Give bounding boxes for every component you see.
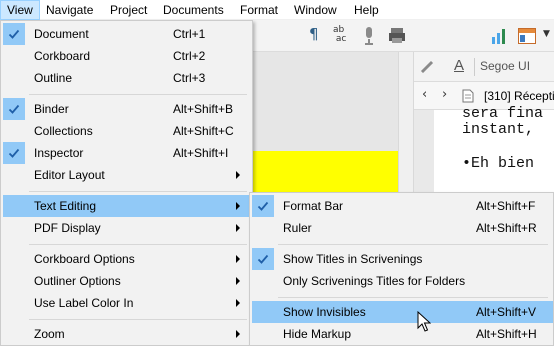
menu-item-label: Only Scrivenings Titles for Folders <box>283 274 466 288</box>
menu-item-outliner-options[interactable]: Outliner Options <box>3 270 252 292</box>
menu-item-hide-markup[interactable]: Hide Markup Alt+Shift+H <box>252 323 553 345</box>
menu-view[interactable]: View <box>0 0 40 20</box>
menu-help[interactable]: Help <box>347 0 386 20</box>
menu-item-corkboard[interactable]: Corkboard Ctrl+2 <box>3 45 252 67</box>
menu-item-text-editing[interactable]: Text Editing <box>3 195 252 217</box>
spelling-icon[interactable]: ab ac <box>333 26 346 44</box>
microphone-icon[interactable] <box>363 26 375 46</box>
menu-item-shortcut: Alt+Shift+H <box>476 327 537 341</box>
checkmark-icon <box>8 148 20 158</box>
menu-item-shortcut: Alt+Shift+I <box>173 146 229 160</box>
menu-separator <box>29 191 247 192</box>
menu-item-show-titles-in-scrivenings[interactable]: Show Titles in Scrivenings <box>252 248 553 270</box>
menu-item-label: Document <box>34 27 89 41</box>
menu-separator <box>278 297 548 298</box>
menu-item-label: Inspector <box>34 146 84 160</box>
menu-item-shortcut: Alt+Shift+R <box>476 221 537 235</box>
menu-item-shortcut: Alt+Shift+C <box>173 124 234 138</box>
editor-line: instant, <box>462 121 535 138</box>
editor-line: •Eh bien <box>462 155 535 172</box>
menu-item-format-bar[interactable]: Format Bar Alt+Shift+F <box>252 195 553 217</box>
menu-item-label: Show Invisibles <box>283 305 366 319</box>
menu-item-label: PDF Display <box>34 221 101 235</box>
menu-project[interactable]: Project <box>103 0 154 20</box>
text-editing-submenu: Format Bar Alt+Shift+F Ruler Alt+Shift+R… <box>249 192 554 346</box>
menu-item-label: Hide Markup <box>283 327 352 341</box>
menu-documents[interactable]: Documents <box>156 0 231 20</box>
menu-item-ruler[interactable]: Ruler Alt+Shift+R <box>252 217 553 239</box>
menu-item-label: Outliner Options <box>34 274 121 288</box>
divider <box>474 58 475 76</box>
menu-item-label: Zoom <box>34 327 65 341</box>
menu-separator <box>29 244 247 245</box>
chevron-down-icon[interactable]: ▼ <box>543 29 550 39</box>
menu-bar: View Navigate Project Documents Format W… <box>0 0 554 20</box>
menu-item-shortcut: Ctrl+1 <box>173 27 206 41</box>
submenu-arrow-icon <box>236 202 240 210</box>
menu-item-use-label-color-in[interactable]: Use Label Color In <box>3 292 252 314</box>
menu-item-editor-layout[interactable]: Editor Layout <box>3 164 252 186</box>
text-color-icon[interactable]: A <box>454 57 464 74</box>
menu-window[interactable]: Window <box>287 0 344 20</box>
menu-item-document[interactable]: Document Ctrl+1 <box>3 23 252 45</box>
document-title[interactable]: [310] Réceptio <box>484 89 554 103</box>
menu-item-only-scrivenings-titles-for-folders[interactable]: Only Scrivenings Titles for Folders <box>252 270 553 292</box>
submenu-arrow-icon <box>236 299 240 307</box>
menu-item-label: Show Titles in Scrivenings <box>283 252 423 266</box>
menu-item-shortcut: Alt+Shift+V <box>476 305 537 319</box>
back-arrow-icon[interactable]: ‹ <box>422 87 427 102</box>
checkmark-icon <box>257 201 269 211</box>
submenu-arrow-icon <box>236 330 240 338</box>
menu-item-binder[interactable]: Binder Alt+Shift+B <box>3 98 252 120</box>
print-icon[interactable] <box>388 27 406 44</box>
menu-item-label: Binder <box>34 102 69 116</box>
forward-arrow-icon[interactable]: › <box>442 87 447 102</box>
checkmark-icon <box>8 104 20 114</box>
menu-item-outline[interactable]: Outline Ctrl+3 <box>3 67 252 89</box>
highlighter-icon[interactable] <box>420 59 434 73</box>
menu-item-shortcut: Alt+Shift+F <box>476 199 536 213</box>
menu-item-label: Ruler <box>283 221 312 235</box>
highlighted-text-block <box>253 151 398 198</box>
statistics-icon[interactable] <box>491 27 507 45</box>
menu-item-inspector[interactable]: Inspector Alt+Shift+I <box>3 142 252 164</box>
menu-item-collections[interactable]: Collections Alt+Shift+C <box>3 120 252 142</box>
menu-item-label: Format Bar <box>283 199 344 213</box>
menu-separator <box>29 319 247 320</box>
menu-item-label: Outline <box>34 71 73 85</box>
mouse-pointer-icon <box>417 311 431 332</box>
menu-navigate[interactable]: Navigate <box>39 0 100 20</box>
menu-item-pdf-display[interactable]: PDF Display <box>3 217 252 239</box>
menu-separator <box>278 244 548 245</box>
menu-item-shortcut: Ctrl+3 <box>173 71 206 85</box>
menu-item-label: Corkboard Options <box>34 252 135 266</box>
editor-line: sera fina <box>462 105 544 122</box>
menu-item-zoom[interactable]: Zoom <box>3 323 252 345</box>
menu-item-label: Use Label Color In <box>34 296 134 310</box>
menu-item-label: Corkboard <box>34 49 91 63</box>
submenu-arrow-icon <box>236 277 240 285</box>
font-name-field[interactable]: Segoe UI <box>480 59 530 73</box>
submenu-arrow-icon <box>236 255 240 263</box>
checkmark-icon <box>257 254 269 264</box>
menu-item-label: Text Editing <box>34 199 97 213</box>
menu-item-corkboard-options[interactable]: Corkboard Options <box>3 248 252 270</box>
menu-item-shortcut: Alt+Shift+B <box>173 102 234 116</box>
menu-separator <box>29 94 247 95</box>
layout-icon[interactable] <box>518 28 536 44</box>
submenu-arrow-icon <box>236 171 240 179</box>
submenu-arrow-icon <box>236 224 240 232</box>
document-icon <box>462 89 474 103</box>
checkmark-icon <box>8 29 20 39</box>
format-bar: A Segoe UI <box>414 52 554 82</box>
main-toolbar: ¶ ab ac ▼ <box>253 20 554 52</box>
view-menu: Document Ctrl+1 Corkboard Ctrl+2 Outline… <box>0 20 253 346</box>
menu-item-label: Collections <box>34 124 93 138</box>
menu-format[interactable]: Format <box>233 0 285 20</box>
menu-item-label: Editor Layout <box>34 168 105 182</box>
paragraph-icon[interactable]: ¶ <box>309 25 319 43</box>
menu-item-shortcut: Ctrl+2 <box>173 49 206 63</box>
menu-item-show-invisibles[interactable]: Show Invisibles Alt+Shift+V <box>252 301 553 323</box>
